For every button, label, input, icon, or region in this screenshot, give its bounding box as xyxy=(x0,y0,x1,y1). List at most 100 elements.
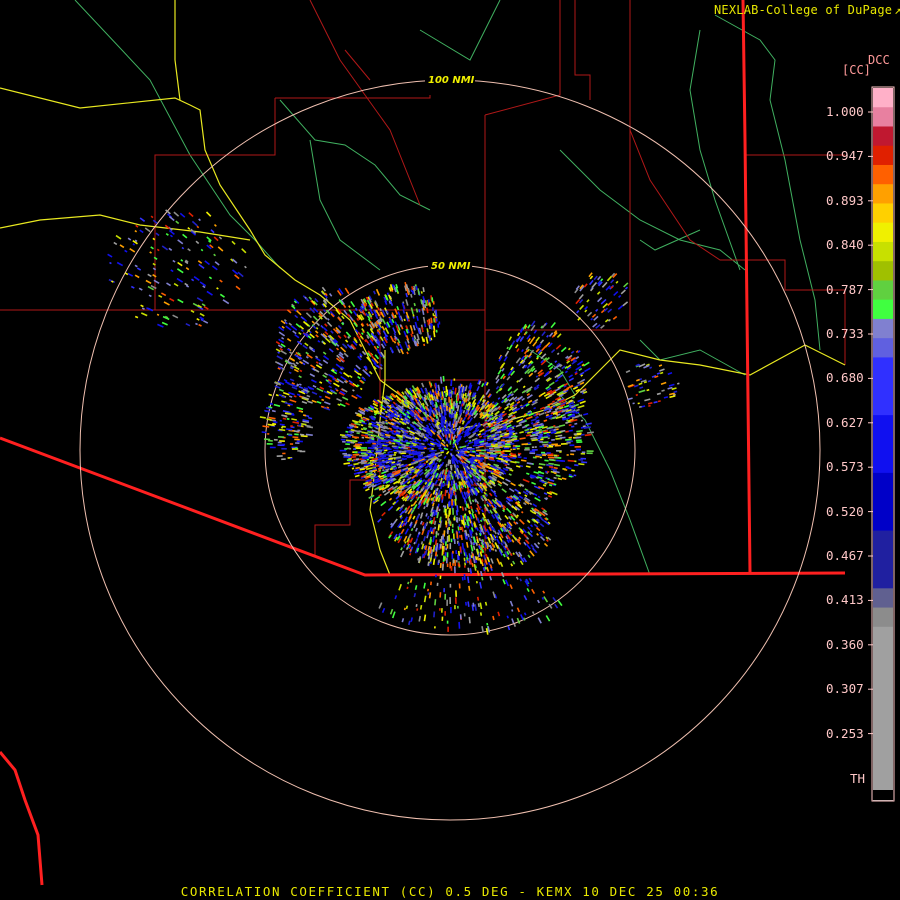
echo-streak xyxy=(328,385,333,389)
echo-streak xyxy=(432,544,436,552)
echo-streak xyxy=(404,521,408,526)
echo-streak xyxy=(341,315,345,320)
echo-streak xyxy=(152,274,157,278)
echo-streak xyxy=(393,430,397,433)
echo-streak xyxy=(486,556,491,563)
echo-streak xyxy=(403,318,406,322)
echo-streak xyxy=(445,424,448,430)
echo-streak xyxy=(656,372,661,375)
echo-streak xyxy=(397,465,402,469)
echo-streak xyxy=(113,241,118,246)
echo-streak xyxy=(536,355,540,358)
echo-streak xyxy=(107,253,113,258)
echo-streak xyxy=(532,400,536,404)
echo-streak xyxy=(426,331,430,338)
echo-streak xyxy=(423,343,426,347)
echo-streak xyxy=(156,248,160,252)
echo-streak xyxy=(437,390,440,396)
echo-streak xyxy=(198,323,202,327)
echo-streak xyxy=(427,443,432,446)
echo-streak xyxy=(430,394,434,401)
echo-streak xyxy=(463,453,469,457)
echo-streak xyxy=(406,586,409,590)
echo-streak xyxy=(345,402,350,406)
echo-streak xyxy=(464,439,469,443)
echo-streak xyxy=(537,495,541,499)
echo-streak xyxy=(484,547,487,551)
echo-streak xyxy=(489,415,493,419)
echo-streak xyxy=(319,381,323,384)
echo-streak xyxy=(391,611,396,619)
echo-streak xyxy=(351,436,360,439)
echo-streak xyxy=(484,455,490,458)
echo-streak xyxy=(195,240,200,245)
echo-streak xyxy=(425,424,430,428)
echo-streak xyxy=(358,372,362,377)
echo-streak xyxy=(484,429,489,433)
echo-streak xyxy=(490,452,497,455)
echo-streak xyxy=(517,498,522,502)
echo-streak xyxy=(605,285,611,291)
echo-streak xyxy=(419,520,423,525)
echo-streak xyxy=(434,599,437,606)
credit-text[interactable]: NEXLAB-College of DuPage xyxy=(714,3,892,17)
echo-streak xyxy=(488,457,495,461)
echo-streak xyxy=(454,387,457,394)
echo-streak xyxy=(396,506,401,511)
echo-streak xyxy=(368,370,373,375)
echo-streak xyxy=(520,406,524,410)
echo-streak xyxy=(643,380,648,384)
echo-streak xyxy=(476,517,480,523)
echo-streak xyxy=(557,600,563,607)
echo-streak xyxy=(324,323,328,327)
echo-streak xyxy=(156,313,160,316)
echo-streak xyxy=(431,297,434,303)
echo-streak xyxy=(590,317,594,321)
echo-streak xyxy=(486,528,491,536)
echo-streak xyxy=(638,389,646,394)
echo-streak xyxy=(293,368,299,373)
echo-streak xyxy=(235,285,241,291)
echo-streak xyxy=(461,542,465,550)
echo-streak xyxy=(575,436,582,439)
echo-streak xyxy=(314,297,319,303)
echo-streak xyxy=(588,279,594,286)
echo-streak xyxy=(363,485,368,489)
echo-streak xyxy=(173,282,179,287)
echo-streak xyxy=(512,512,517,517)
credit-label[interactable]: NEXLAB-College of DuPage ↗ xyxy=(714,3,900,17)
echo-streak xyxy=(576,432,582,435)
echo-streak xyxy=(432,558,436,566)
echo-streak xyxy=(421,521,425,526)
echo-streak xyxy=(550,321,556,329)
echo-streak xyxy=(187,248,191,252)
echo-streak xyxy=(578,367,583,372)
echo-streak xyxy=(522,478,530,483)
color-scale-swatch xyxy=(873,88,893,108)
echo-streak xyxy=(549,428,555,432)
echo-streak xyxy=(284,401,289,405)
echo-streak xyxy=(647,379,652,383)
echo-streak xyxy=(420,291,423,294)
echo-streak xyxy=(542,430,549,433)
color-scale-swatch xyxy=(873,588,893,609)
echo-streak xyxy=(548,365,554,371)
external-link-icon[interactable]: ↗ xyxy=(894,3,900,17)
echo-streak xyxy=(423,506,426,510)
echo-streak xyxy=(522,385,526,389)
echo-streak xyxy=(469,513,473,520)
echo-streak xyxy=(494,549,498,552)
echo-streak xyxy=(388,427,392,430)
echo-streak xyxy=(526,426,532,430)
echo-streak xyxy=(381,318,387,325)
echo-streak xyxy=(495,385,500,390)
echo-streak xyxy=(466,541,469,548)
echo-streak xyxy=(302,344,308,350)
echo-streak xyxy=(506,524,510,529)
echo-streak xyxy=(624,286,629,290)
echo-streak xyxy=(510,563,514,567)
echo-streak xyxy=(579,400,586,405)
echo-streak xyxy=(503,456,508,459)
echo-streak xyxy=(460,491,465,498)
echo-streak xyxy=(535,428,542,432)
